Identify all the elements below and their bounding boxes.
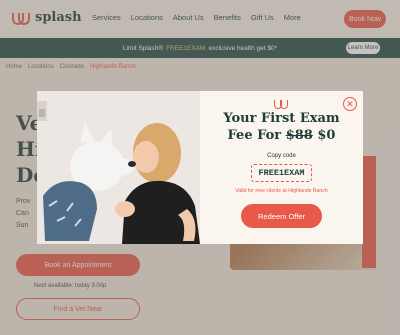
close-icon[interactable]: ✕	[343, 97, 357, 111]
headline-line-2: Fee For $88 $0	[204, 127, 359, 144]
copy-code-label: Copy code	[267, 153, 296, 159]
offer-panel: ✕ Your First Exam Fee For $88 $0 Copy co…	[200, 91, 363, 244]
old-price: $88	[285, 128, 313, 143]
new-price: $0	[317, 128, 336, 143]
vet-with-dog-photo	[37, 91, 200, 244]
brand-mark-icon	[274, 99, 288, 110]
promo-code-box[interactable]: FREE1EXAM	[251, 164, 312, 182]
redeem-offer-button[interactable]: Redeem Offer	[241, 204, 322, 228]
fee-label: Fee For	[227, 128, 282, 143]
headline-line-1: Your First Exam	[223, 111, 340, 126]
valid-note: Valid for new clients at Highlands Ranch	[235, 188, 328, 194]
offer-headline: Your First Exam Fee For $88 $0	[204, 110, 359, 144]
offer-modal: ✕ Your First Exam Fee For $88 $0 Copy co…	[37, 91, 363, 244]
vet-dog-illustration	[37, 91, 200, 244]
